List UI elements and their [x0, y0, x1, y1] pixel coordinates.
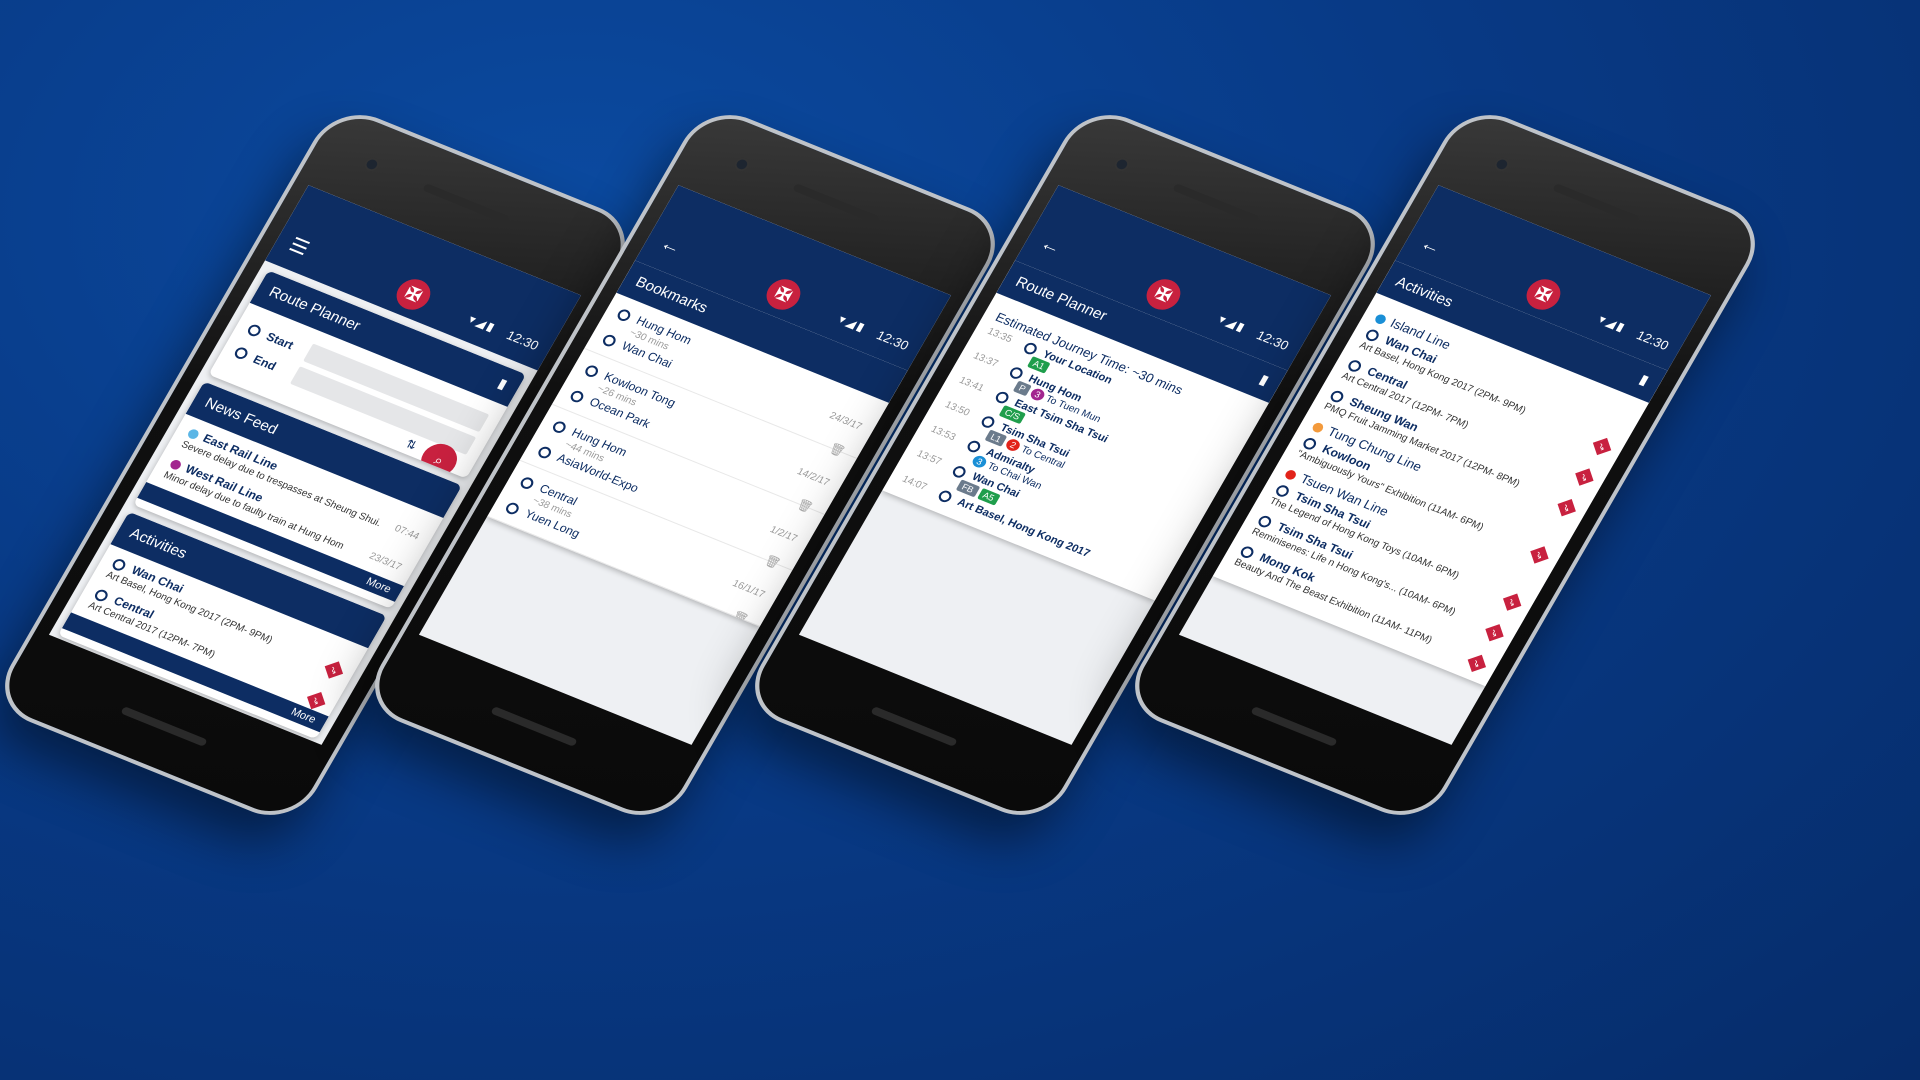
station-node-icon: [1328, 388, 1346, 404]
back-arrow-icon[interactable]: ←: [1036, 232, 1066, 260]
camera: [1491, 155, 1512, 174]
speaker-bottom: [1250, 706, 1338, 747]
end-label: End: [250, 352, 279, 374]
mtr-logo: ✠: [390, 274, 437, 315]
status-icons: ▾◢▮: [1596, 312, 1630, 335]
destination-node-icon: [568, 388, 586, 404]
speaker-top: [1172, 183, 1260, 224]
mtr-logo: ✠: [760, 274, 807, 315]
camera: [731, 155, 752, 174]
station-node-icon: [1238, 544, 1256, 560]
status-time: 12:30: [503, 327, 542, 353]
origin-node-icon: [615, 307, 633, 323]
origin-node-icon: [583, 363, 601, 379]
origin-node-icon: [550, 419, 569, 435]
speaker-top: [1552, 183, 1640, 224]
back-arrow-icon[interactable]: ←: [656, 232, 686, 260]
station-node-icon: [1301, 436, 1319, 452]
back-arrow-icon[interactable]: ←: [1416, 232, 1446, 260]
line-color-dot: [186, 427, 201, 441]
bookmark-icon[interactable]: ▮: [495, 375, 510, 393]
station-node-icon: [110, 557, 128, 573]
status-time: 12:30: [1253, 327, 1292, 353]
station-node-icon: [1346, 358, 1364, 374]
station-node-icon: [1256, 513, 1274, 529]
swap-icon[interactable]: ⇅: [403, 437, 419, 453]
destination-node-icon: [600, 332, 619, 348]
status-icons: ▾◢▮: [1216, 312, 1250, 335]
origin-node-icon: [518, 475, 536, 491]
line-color-dot: [1373, 312, 1388, 326]
station-node-icon: [1273, 483, 1292, 499]
speaker-bottom: [870, 706, 958, 747]
station-node-icon: [92, 587, 111, 603]
status-icons: ▾◢▮: [836, 312, 870, 335]
bookmark-icon[interactable]: ▮: [1256, 371, 1272, 389]
status-time: 12:30: [1633, 327, 1672, 353]
camera: [361, 155, 382, 174]
line-color-dot: [1283, 468, 1299, 481]
mtr-logo: ✠: [1140, 274, 1187, 315]
camera: [1111, 155, 1132, 174]
speaker-bottom: [490, 706, 578, 747]
destination-node-icon: [536, 444, 554, 460]
speaker-top: [422, 183, 510, 224]
line-color-dot: [168, 458, 183, 471]
line-color-dot: [1310, 421, 1326, 434]
status-icons: ▾◢▮: [466, 312, 500, 335]
bookmark-icon[interactable]: ▮: [1636, 371, 1652, 389]
destination-node-icon: [503, 500, 522, 516]
menu-icon[interactable]: ☰: [285, 232, 314, 261]
start-node-icon: [245, 322, 263, 338]
speaker-top: [792, 183, 880, 224]
station-node-icon: [1363, 327, 1382, 343]
status-time: 12:30: [873, 327, 912, 353]
end-node-icon: [232, 345, 250, 361]
speaker-bottom: [120, 706, 208, 747]
trash-icon[interactable]: 🗑: [730, 609, 751, 627]
mtr-logo: ✠: [1520, 274, 1567, 315]
